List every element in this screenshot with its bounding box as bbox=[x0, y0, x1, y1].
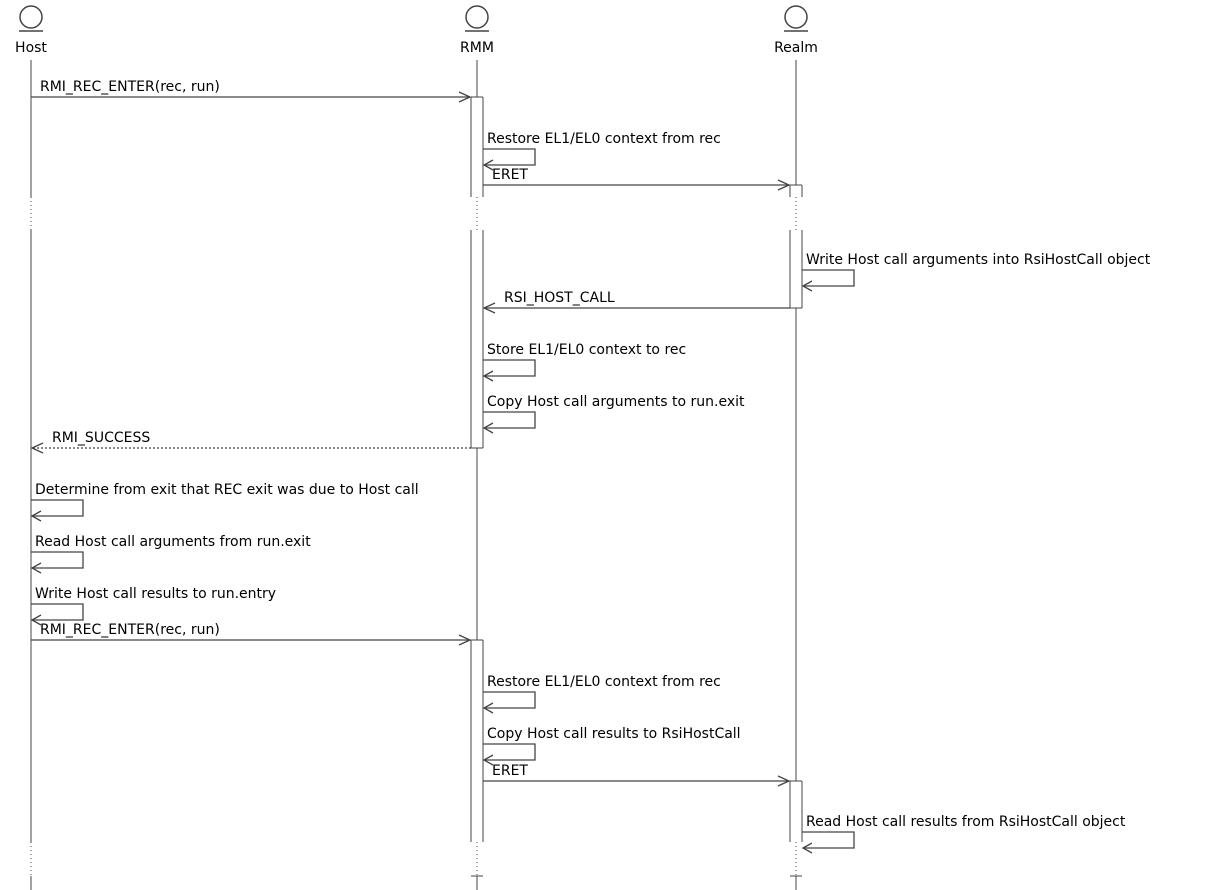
activation-bar-realm bbox=[789, 184, 803, 197]
participant-label: Host bbox=[15, 40, 47, 56]
message-5: RSI_HOST_CALL bbox=[482, 290, 790, 314]
self-message-arrow bbox=[483, 359, 536, 377]
self-message-arrow bbox=[802, 269, 855, 287]
message-label: Write Host call arguments into RsiHostCa… bbox=[806, 252, 1151, 268]
message-12: RMI_REC_ENTER(rec, run) bbox=[31, 622, 472, 646]
self-message-arrow bbox=[483, 411, 536, 429]
participant-label: RMM bbox=[460, 40, 494, 56]
message-label: RMI_SUCCESS bbox=[52, 430, 150, 446]
entity-circle-icon bbox=[465, 5, 489, 29]
entity-circle-icon bbox=[19, 5, 43, 29]
message-label: RMI_REC_ENTER(rec, run) bbox=[40, 622, 220, 638]
participant-realm: Realm bbox=[774, 5, 818, 56]
message-14: Copy Host call results to RsiHostCall bbox=[482, 726, 741, 766]
activation-bar-rmm bbox=[470, 230, 484, 449]
message-label: Store EL1/EL0 context to rec bbox=[487, 342, 686, 358]
message-9: Determine from exit that REC exit was du… bbox=[30, 482, 419, 522]
self-message-arrow bbox=[31, 551, 84, 569]
message-label: Read Host call arguments from run.exit bbox=[35, 534, 311, 550]
self-message-arrow bbox=[802, 831, 855, 849]
activation-bar-rmm bbox=[470, 96, 484, 197]
message-10: Read Host call arguments from run.exit bbox=[30, 534, 311, 574]
participant-host: Host bbox=[15, 5, 47, 56]
self-message-arrow bbox=[31, 499, 84, 517]
message-7: Copy Host call arguments to run.exit bbox=[482, 394, 745, 434]
message-6: Store EL1/EL0 context to rec bbox=[482, 342, 686, 382]
activation-bar-realm bbox=[789, 780, 803, 842]
message-label: ERET bbox=[492, 167, 528, 183]
activation-bar-realm bbox=[789, 230, 803, 309]
message-2: Restore EL1/EL0 context from rec bbox=[482, 131, 721, 171]
message-label: Copy Host call results to RsiHostCall bbox=[487, 726, 741, 742]
message-label: Write Host call results to run.entry bbox=[35, 586, 276, 602]
participants: Host RMM Realm bbox=[15, 5, 818, 56]
participant-rmm: RMM bbox=[460, 5, 494, 56]
self-message-arrow bbox=[483, 691, 536, 709]
message-label: Restore EL1/EL0 context from rec bbox=[487, 674, 721, 690]
message-15: ERET bbox=[483, 763, 791, 787]
message-4: Write Host call arguments into RsiHostCa… bbox=[801, 252, 1151, 292]
message-label: Restore EL1/EL0 context from rec bbox=[487, 131, 721, 147]
message-13: Restore EL1/EL0 context from rec bbox=[482, 674, 721, 714]
participant-label: Realm bbox=[774, 40, 818, 56]
message-11: Write Host call results to run.entry bbox=[30, 586, 276, 626]
message-1: RMI_REC_ENTER(rec, run) bbox=[31, 79, 472, 103]
message-label: Copy Host call arguments to run.exit bbox=[487, 394, 745, 410]
self-message-arrow bbox=[31, 603, 84, 621]
messages: RMI_REC_ENTER(rec, run) Restore EL1/EL0 c… bbox=[30, 79, 1151, 854]
message-label: RSI_HOST_CALL bbox=[504, 290, 615, 306]
message-label: RMI_REC_ENTER(rec, run) bbox=[40, 79, 220, 95]
entity-circle-icon bbox=[784, 5, 808, 29]
sequence-diagram: RMI_REC_ENTER(rec, run) Restore EL1/EL0 c… bbox=[15, 5, 1151, 890]
message-3: ERET bbox=[483, 167, 791, 191]
message-label: Determine from exit that REC exit was du… bbox=[35, 482, 419, 498]
message-label: ERET bbox=[492, 763, 528, 779]
self-message-arrow bbox=[483, 743, 536, 761]
activation-bar-rmm bbox=[470, 639, 484, 842]
message-8: RMI_SUCCESS bbox=[30, 430, 471, 454]
message-label: Read Host call results from RsiHostCall … bbox=[806, 814, 1126, 830]
self-message-arrow bbox=[483, 148, 536, 166]
message-16: Read Host call results from RsiHostCall … bbox=[801, 814, 1126, 854]
